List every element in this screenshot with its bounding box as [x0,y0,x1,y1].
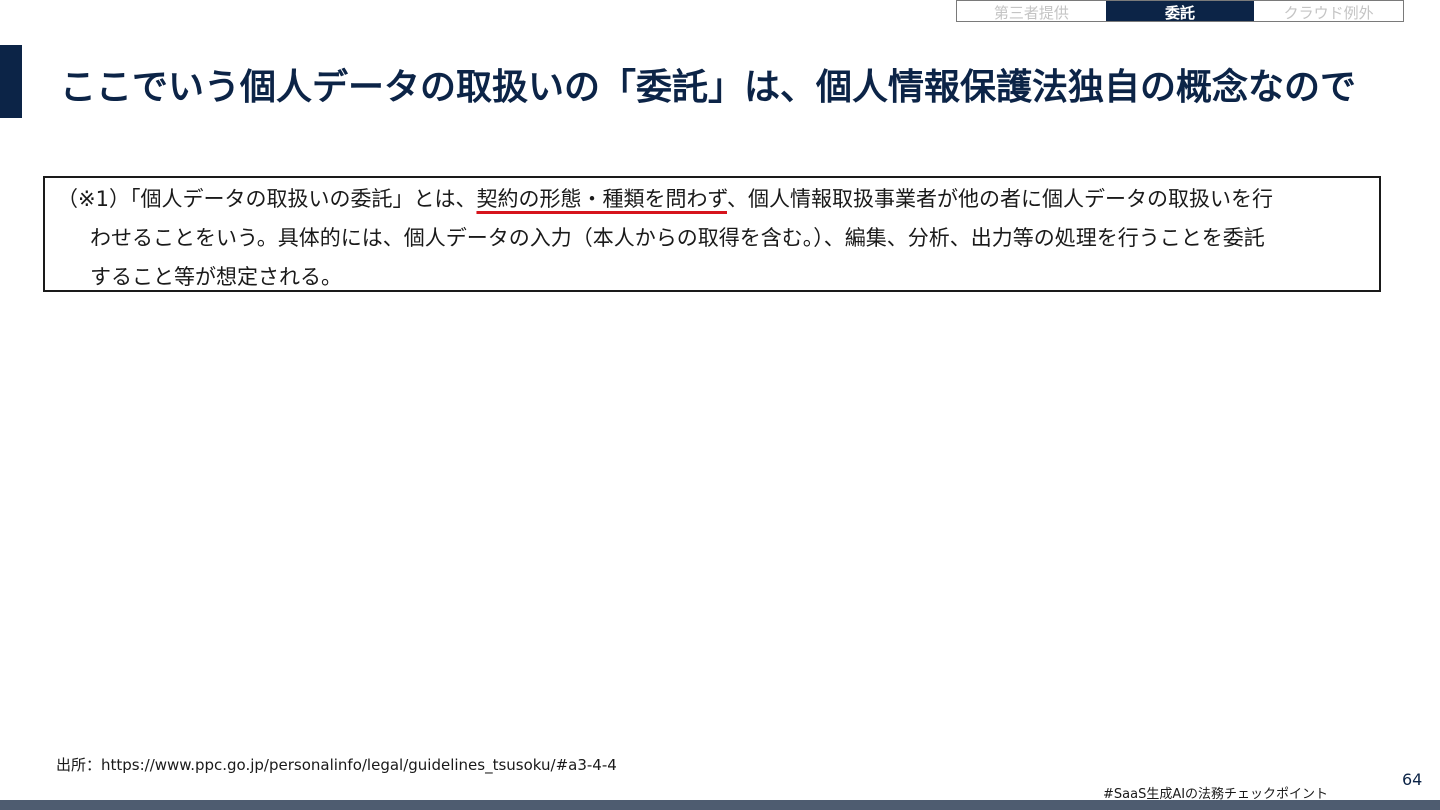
quote-line-2: わせることをいう。具体的には、個人データの入力（本人からの取得を含む。）、編集、… [90,226,1265,250]
guideline-quote-box: （※1）「個人データの取扱いの委託」とは、契約の形態・種類を問わず、個人情報取扱… [43,176,1381,292]
quote-line-1-after: 、個人情報取扱事業者が他の者に個人データの取扱いを行 [727,187,1273,211]
title-accent-bar [0,45,22,118]
quote-line-1-before: （※1）「個人データの取扱いの委託」とは、 [57,187,477,211]
tab-cloud-exception[interactable]: クラウド例外 [1254,1,1404,21]
page-title: ここでいう個人データの取扱いの「委託」は、個人情報保護法独自の概念なので [60,67,1357,108]
section-nav-tabs: 第三者提供 委託 クラウド例外 [956,0,1404,22]
quote-highlight-underlined: 契約の形態・種類を問わず [476,187,727,211]
quote-line-3: すること等が想定される。 [90,265,342,289]
tab-entrustment[interactable]: 委託 [1105,1,1255,21]
source-citation: 出所：https://www.ppc.go.jp/personalinfo/le… [56,756,617,774]
quote-line-1: （※1）「個人データの取扱いの委託」とは、契約の形態・種類を問わず、個人情報取扱… [57,180,1369,219]
footer-bar [0,800,1440,810]
tab-third-party-provision[interactable]: 第三者提供 [957,1,1106,21]
page-number: 64 [1402,770,1423,789]
